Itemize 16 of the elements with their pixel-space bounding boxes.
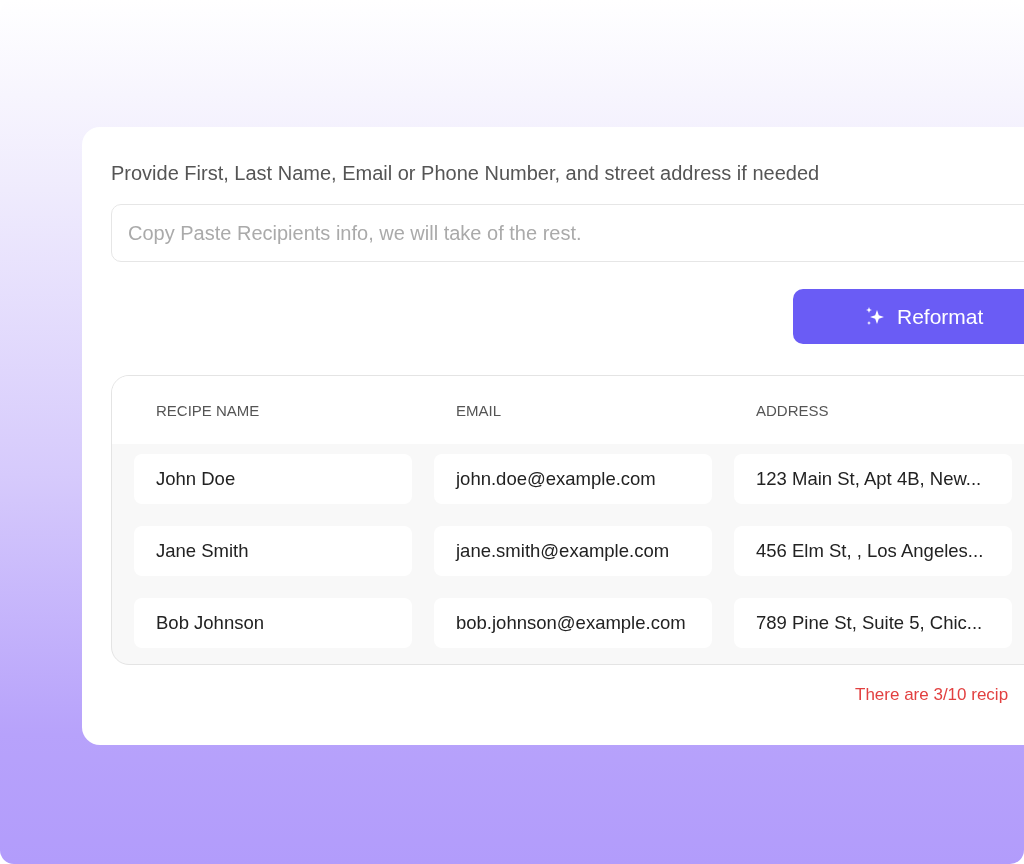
table-cell: 123 Main St, Apt 4B, New... xyxy=(734,454,1012,504)
table-cell: John Doe xyxy=(134,454,412,504)
table-cell: 789 Pine St, Suite 5, Chic... xyxy=(734,598,1012,648)
recipient-count-warning: There are 3/10 recip xyxy=(854,685,1010,705)
reformat-button[interactable]: Reformat xyxy=(793,289,1024,344)
table-cell: 456 Elm St, , Los Angeles... xyxy=(734,526,1012,576)
table-cell: Jane Smith xyxy=(134,526,412,576)
column-header: EMAIL xyxy=(455,401,502,419)
recipients-input-field[interactable]: Copy Paste Recipients info, we will take of the rest. xyxy=(111,204,1024,262)
table-cell: Bob Johnson xyxy=(134,598,412,648)
table-cell: jane.smith@example.com xyxy=(434,526,712,576)
table-cell: bob.johnson@example.com xyxy=(434,598,712,648)
column-header: RECIPE NAME xyxy=(155,401,261,419)
table-cell: john.doe@example.com xyxy=(434,454,712,504)
instruction-text: Provide First, Last Name, Email or Phone Number, and street address if needed xyxy=(111,161,821,185)
column-header: ADDRESS xyxy=(755,401,830,419)
